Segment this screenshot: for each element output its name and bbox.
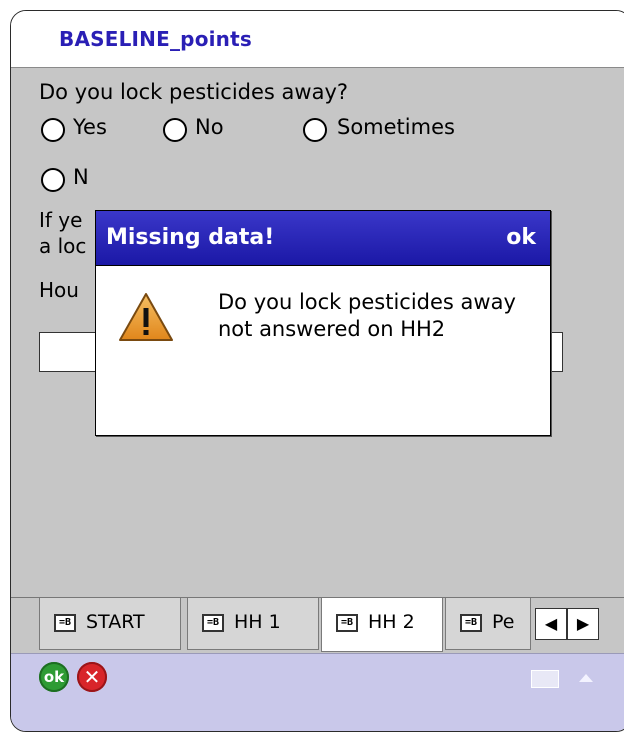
keyboard-icon[interactable] xyxy=(531,670,559,688)
question2-line1: If ye xyxy=(39,208,83,232)
tab-hh1[interactable]: =B HH 1 xyxy=(187,598,319,650)
tab-start[interactable]: =B START xyxy=(39,598,181,650)
tab-hh2[interactable]: =B HH 2 xyxy=(321,598,443,652)
warning-icon xyxy=(119,293,173,341)
tab-hh2-label: HH 2 xyxy=(368,611,415,633)
tab-start-label: START xyxy=(86,611,145,633)
tab-pe[interactable]: =B Pe xyxy=(445,598,531,650)
dialog-header: Missing data! ok xyxy=(96,211,550,266)
dialog-message: Do you lock pesticides away not answered… xyxy=(218,290,516,341)
ok-button[interactable]: ok xyxy=(39,662,69,692)
device-frame: BASELINE_points Do you lock pesticides a… xyxy=(10,10,624,732)
bottom-bar: ok ✕ xyxy=(11,653,624,731)
tab-scroll-right-button[interactable]: ▶ xyxy=(567,608,599,640)
radio-yes-label: Yes xyxy=(73,115,107,139)
dialog-title: Missing data! xyxy=(106,225,275,250)
tab-pe-label: Pe xyxy=(492,611,515,633)
tab-bar: =B START =B HH 1 =B HH 2 =B Pe ◀ ▶ xyxy=(11,597,624,654)
keyboard-toggle-icon[interactable] xyxy=(579,674,593,682)
app-title: BASELINE_points xyxy=(59,27,252,51)
form-icon: =B xyxy=(336,614,358,632)
tab-hh1-label: HH 1 xyxy=(234,611,281,633)
radio-no-label: No xyxy=(195,115,224,139)
title-bar: BASELINE_points xyxy=(11,11,624,67)
question-lock-pesticides: Do you lock pesticides away? xyxy=(39,80,349,104)
form-icon: =B xyxy=(54,614,76,632)
radio-sometimes[interactable] xyxy=(303,118,327,142)
radio-yes[interactable] xyxy=(41,118,65,142)
dialog-ok-button[interactable]: ok xyxy=(506,225,536,250)
cancel-button[interactable]: ✕ xyxy=(77,662,107,692)
radio-option4-label: N xyxy=(73,165,89,189)
missing-data-dialog: Missing data! ok Do you lock pesticides … xyxy=(95,210,551,436)
radio-sometimes-label: Sometimes xyxy=(337,115,455,139)
question2-line2: a loc xyxy=(39,234,87,258)
tab-scroll-left-button[interactable]: ◀ xyxy=(535,608,567,640)
form-icon: =B xyxy=(460,614,482,632)
radio-option4[interactable] xyxy=(41,168,65,192)
radio-no[interactable] xyxy=(163,118,187,142)
form-area: Do you lock pesticides away? Yes No Some… xyxy=(11,67,624,598)
form-icon: =B xyxy=(202,614,224,632)
question3: Hou xyxy=(39,278,79,302)
